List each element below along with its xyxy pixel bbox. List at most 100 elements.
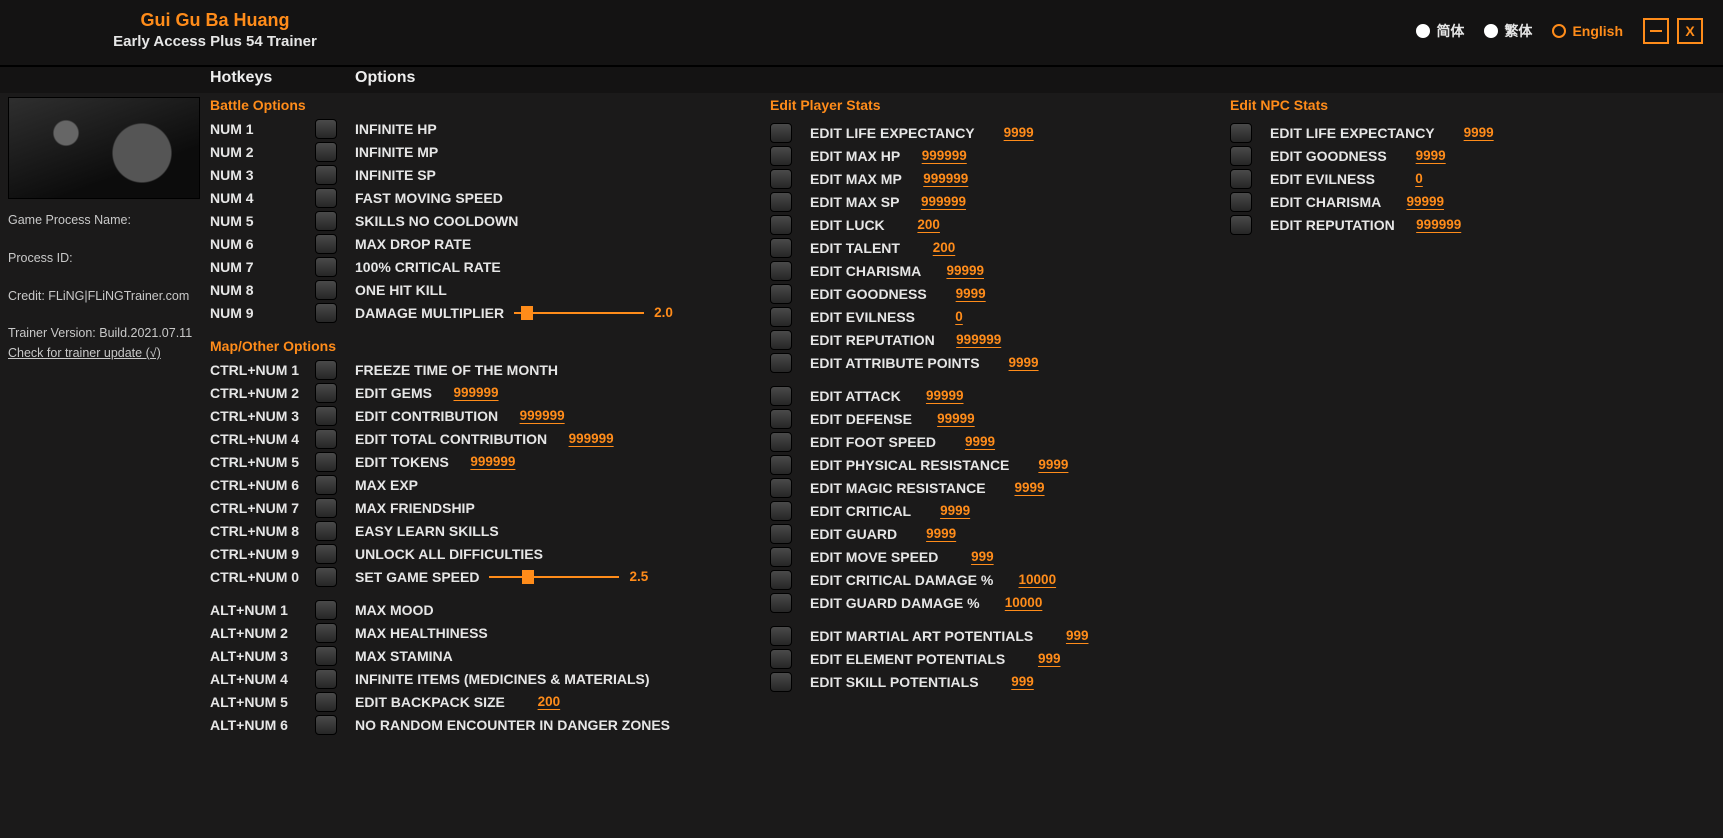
npc-checkbox[interactable] <box>1230 192 1252 212</box>
value-field[interactable]: 99999 <box>926 411 986 426</box>
player-checkbox[interactable] <box>770 501 792 521</box>
value-field[interactable]: 0 <box>1389 171 1449 186</box>
value-field[interactable]: 99999 <box>935 263 995 278</box>
mapother-checkbox[interactable] <box>315 600 337 620</box>
value-field[interactable]: 999 <box>952 549 1012 564</box>
mapother-checkbox[interactable] <box>315 360 337 380</box>
mapother-checkbox[interactable] <box>315 383 337 403</box>
minimize-button[interactable] <box>1643 18 1669 44</box>
mapother-checkbox[interactable] <box>315 544 337 564</box>
player-checkbox[interactable] <box>770 386 792 406</box>
value-field[interactable]: 999999 <box>446 385 506 400</box>
value-field[interactable]: 99999 <box>1395 194 1455 209</box>
npc-checkbox[interactable] <box>1230 215 1252 235</box>
value-field[interactable]: 999999 <box>913 194 973 209</box>
value-field[interactable]: 999 <box>1019 651 1079 666</box>
player-checkbox[interactable] <box>770 353 792 373</box>
player-checkbox[interactable] <box>770 626 792 646</box>
value-field[interactable]: 200 <box>899 217 959 232</box>
player-checkbox[interactable] <box>770 478 792 498</box>
slider[interactable] <box>514 310 644 316</box>
sidebar: Game Process Name: Process ID: Credit: F… <box>0 93 205 838</box>
battle-checkbox[interactable] <box>315 211 337 231</box>
player-checkbox[interactable] <box>770 284 792 304</box>
mapother-checkbox[interactable] <box>315 406 337 426</box>
value-field[interactable]: 999999 <box>1409 217 1469 232</box>
value-field[interactable]: 999999 <box>914 148 974 163</box>
battle-checkbox[interactable] <box>315 234 337 254</box>
value-field[interactable]: 9999 <box>1023 457 1083 472</box>
value-field[interactable]: 999 <box>1047 628 1107 643</box>
player-checkbox[interactable] <box>770 238 792 258</box>
value-field[interactable]: 9999 <box>925 503 985 518</box>
value-field[interactable]: 9999 <box>911 526 971 541</box>
slider-thumb[interactable] <box>521 306 533 320</box>
value-field[interactable]: 999999 <box>512 408 572 423</box>
battle-checkbox[interactable] <box>315 257 337 277</box>
battle-checkbox[interactable] <box>315 165 337 185</box>
lang-english[interactable]: English <box>1552 23 1623 39</box>
npc-checkbox[interactable] <box>1230 123 1252 143</box>
value-field[interactable]: 9999 <box>989 125 1049 140</box>
value-field[interactable]: 999999 <box>463 454 523 469</box>
value-field[interactable]: 999 <box>993 674 1053 689</box>
mapother-checkbox[interactable] <box>315 669 337 689</box>
player-checkbox[interactable] <box>770 215 792 235</box>
mapother-checkbox[interactable] <box>315 567 337 587</box>
value-field[interactable]: 10000 <box>1007 572 1067 587</box>
player-checkbox[interactable] <box>770 261 792 281</box>
player-checkbox[interactable] <box>770 169 792 189</box>
mapother-checkbox[interactable] <box>315 623 337 643</box>
value-field[interactable]: 200 <box>914 240 974 255</box>
player-checkbox[interactable] <box>770 192 792 212</box>
mapother-checkbox[interactable] <box>315 692 337 712</box>
player-checkbox[interactable] <box>770 570 792 590</box>
player-checkbox[interactable] <box>770 307 792 327</box>
battle-checkbox[interactable] <box>315 142 337 162</box>
battle-checkbox[interactable] <box>315 188 337 208</box>
player-checkbox[interactable] <box>770 146 792 166</box>
player-checkbox[interactable] <box>770 672 792 692</box>
value-field[interactable]: 999999 <box>916 171 976 186</box>
value-field[interactable]: 9999 <box>1000 480 1060 495</box>
value-field[interactable]: 999999 <box>561 431 621 446</box>
player-checkbox[interactable] <box>770 409 792 429</box>
value-field[interactable]: 0 <box>929 309 989 324</box>
slider-thumb[interactable] <box>522 570 534 584</box>
value-field[interactable]: 9999 <box>1449 125 1509 140</box>
npc-checkbox[interactable] <box>1230 169 1252 189</box>
mapother-checkbox[interactable] <box>315 715 337 735</box>
battle-checkbox[interactable] <box>315 303 337 323</box>
value-field[interactable]: 200 <box>519 694 579 709</box>
player-checkbox[interactable] <box>770 330 792 350</box>
player-checkbox[interactable] <box>770 432 792 452</box>
player-checkbox[interactable] <box>770 593 792 613</box>
mapother-checkbox[interactable] <box>315 429 337 449</box>
mapother-checkbox[interactable] <box>315 646 337 666</box>
value-field[interactable]: 10000 <box>994 595 1054 610</box>
player-checkbox[interactable] <box>770 649 792 669</box>
lang-simplified[interactable]: 简体 <box>1416 21 1464 41</box>
value-field[interactable]: 999999 <box>949 332 1009 347</box>
close-button[interactable]: X <box>1677 18 1703 44</box>
check-update-link[interactable]: Check for trainer update (√) <box>8 346 197 360</box>
value-field[interactable]: 9999 <box>994 355 1054 370</box>
mapother-checkbox[interactable] <box>315 452 337 472</box>
lang-traditional[interactable]: 繁体 <box>1484 21 1532 41</box>
value-field[interactable]: 9999 <box>1401 148 1461 163</box>
player-checkbox[interactable] <box>770 455 792 475</box>
value-field[interactable]: 9999 <box>950 434 1010 449</box>
mapother-checkbox[interactable] <box>315 498 337 518</box>
player-checkbox[interactable] <box>770 547 792 567</box>
slider[interactable] <box>489 574 619 580</box>
player-checkbox[interactable] <box>770 524 792 544</box>
battle-checkbox[interactable] <box>315 280 337 300</box>
npc-checkbox[interactable] <box>1230 146 1252 166</box>
player-checkbox[interactable] <box>770 123 792 143</box>
battle-checkbox[interactable] <box>315 119 337 139</box>
value-field[interactable]: 99999 <box>915 388 975 403</box>
value-field[interactable]: 9999 <box>941 286 1001 301</box>
option-row: EDIT GOODNESS9999 <box>770 282 1220 305</box>
mapother-checkbox[interactable] <box>315 521 337 541</box>
mapother-checkbox[interactable] <box>315 475 337 495</box>
